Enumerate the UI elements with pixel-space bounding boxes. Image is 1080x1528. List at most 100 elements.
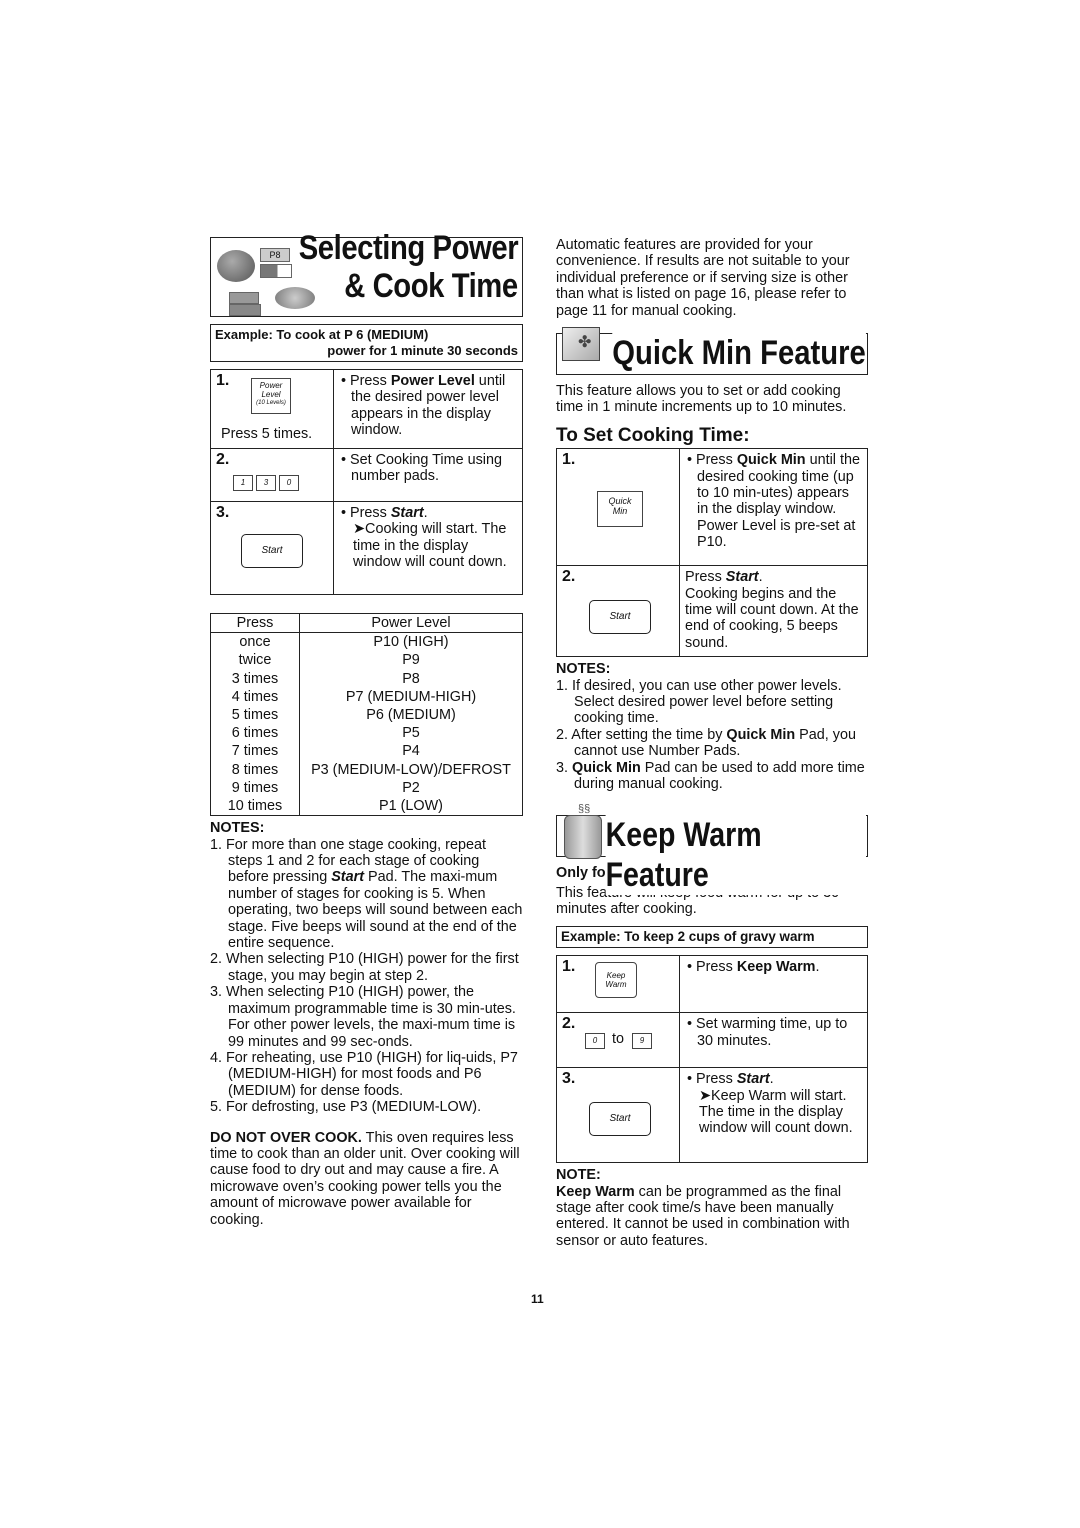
number-pad-1[interactable]: 1	[233, 475, 253, 491]
press-count: 9 times	[210, 778, 300, 798]
pad-line: Power	[259, 381, 283, 390]
keep-warm-title-box: Keep Warm Feature §§	[556, 803, 868, 895]
warning-bold: DO NOT OVER COOK.	[210, 1129, 362, 1146]
section-title-line2: & Cook Time	[344, 267, 519, 305]
step-number: 1.	[562, 451, 576, 469]
power-table-row: twice P9	[210, 651, 523, 670]
text: • Press	[341, 505, 391, 521]
text: .	[769, 1071, 774, 1088]
quick-min-title: Quick Min Feature	[612, 333, 866, 374]
note-item: 3. Quick Min Pad can be used to add more…	[556, 760, 868, 793]
mug-icon	[564, 814, 602, 859]
note-bold: Quick Min	[726, 726, 796, 743]
pad-line: Warm	[605, 980, 627, 990]
text: Press	[685, 569, 726, 586]
note-bold: Quick Min	[572, 759, 641, 776]
power-level-value: P7 (MEDIUM-HIGH)	[345, 688, 477, 705]
press-count: 10 times	[210, 797, 300, 816]
step-row: 1. Power Level (10 Levels) Press 5 times…	[210, 369, 523, 449]
power-display-icon: P8	[260, 248, 290, 262]
time-bar-icon	[229, 304, 261, 316]
fan-icon: ✤	[578, 334, 592, 352]
quick-min-notes-list: 1. If desired, you can use other power l…	[556, 678, 868, 793]
press-count: twice	[210, 651, 300, 670]
step-row: 1. Keep Warm • Press Keep Warm.	[556, 955, 868, 1014]
number-pad-3[interactable]: 3	[256, 475, 276, 491]
press-caption: Press 5 times.	[221, 426, 313, 442]
arrow-text: ➤Keep Warm will start. The time in the d…	[699, 1087, 853, 1137]
text: .	[423, 505, 428, 521]
note-text: After setting the time by	[571, 726, 727, 743]
keep-warm-title: Keep Warm Feature	[605, 814, 866, 895]
step-row: 2. 0 to 9 • Set warming time, up to 30 m…	[556, 1012, 868, 1069]
quick-min-pad[interactable]: Quick Min	[597, 491, 643, 528]
power-table-row: 5 times P6 (MEDIUM)	[210, 706, 523, 725]
text: .	[815, 959, 820, 976]
number-pads: 130	[233, 473, 302, 491]
step-number: 2.	[562, 568, 576, 586]
number-pad-9[interactable]: 9	[632, 1033, 653, 1050]
power-table-body: once P10 (HIGH) twice P9 3 times P8 4 times P7 …	[210, 632, 523, 816]
text: • Press	[687, 959, 737, 976]
pad-line: Level	[261, 390, 281, 399]
pad-line: (10 Levels)	[256, 400, 286, 406]
step-row: 2. 130 • Set Cooking Time using number p…	[210, 448, 523, 502]
note-heading: NOTE:	[556, 1167, 601, 1184]
power-steps-table: 1. Power Level (10 Levels) Press 5 times…	[210, 369, 523, 595]
step-text: • Press Quick Min until the desired cook…	[685, 452, 862, 550]
start-pad[interactable]: Start	[589, 600, 651, 635]
text-bold: Power Level	[390, 373, 475, 389]
note-item: 2. After setting the time by Quick Min P…	[556, 727, 868, 760]
right-column: Automatic features are provided for your…	[556, 237, 868, 1249]
text: • Press	[687, 1071, 737, 1088]
keep-warm-pad[interactable]: Keep Warm	[595, 962, 637, 999]
example-box: Example: To cook at P 6 (MEDIUM) power f…	[210, 324, 523, 362]
quick-min-description: This feature allows you to set or add co…	[556, 383, 847, 416]
power-level-value: P6 (MEDIUM)	[366, 707, 456, 724]
quick-min-title-box: Quick Min Feature ✤	[556, 327, 868, 376]
start-pad[interactable]: Start	[241, 534, 303, 568]
note-text: When selecting P10 (HIGH) power, the max…	[226, 984, 516, 1050]
number-pad-0[interactable]: 0	[279, 475, 299, 491]
quick-min-steps-table: 1. Quick Min • Press Quick Min until the…	[556, 448, 868, 658]
header-power-level: Power Level	[299, 613, 523, 634]
note-text: If desired, you can use other power leve…	[572, 677, 842, 727]
text-bold: Keep Warm	[736, 959, 816, 976]
text-bold-italic: Start	[390, 505, 424, 521]
note-text: For defrosting, use P3 (MEDIUM-LOW).	[226, 1099, 482, 1116]
step-text: • Set Cooking Time using number pads.	[341, 452, 503, 485]
power-level-value: P9	[402, 652, 420, 669]
number-pad-0[interactable]: 0	[585, 1033, 605, 1050]
note-item: 2. When selecting P10 (HIGH) power for t…	[210, 951, 523, 984]
left-column: P8 Selecting Power & Cook Time Example: …	[210, 231, 523, 1228]
number-pad-range: 0 to 9	[585, 1031, 655, 1050]
step-number: 2.	[216, 451, 230, 468]
to-label: to	[612, 1031, 625, 1048]
press-count: 5 times	[210, 706, 300, 725]
quick-min-illustration-icon: ✤	[560, 327, 606, 377]
step-row: 3. Start • Press Start. ➤Keep Warm will …	[556, 1067, 868, 1164]
text-bold: Quick Min	[736, 452, 806, 469]
note-num: 5.	[210, 1099, 226, 1116]
pad-line: Min	[612, 506, 628, 517]
power-table-row: 9 times P2	[210, 778, 523, 798]
press-count: 7 times	[210, 742, 300, 761]
set-cooking-time-heading: To Set Cooking Time:	[556, 424, 750, 446]
example-line1: Example: To cook at P 6 (MEDIUM)	[215, 327, 429, 342]
power-level-value: P2	[402, 779, 420, 796]
page-number: 11	[531, 1292, 544, 1306]
text-bold-italic: Start	[736, 1071, 770, 1088]
note-text: For reheating, use P10 (HIGH) for liq-ui…	[226, 1049, 518, 1099]
power-table-row: 4 times P7 (MEDIUM-HIGH)	[210, 687, 523, 707]
power-table-row: once P10 (HIGH)	[210, 632, 523, 652]
power-level-pad[interactable]: Power Level (10 Levels)	[251, 378, 291, 414]
step-number: 3.	[216, 504, 230, 521]
dish-icon	[275, 287, 315, 309]
power-level-value: P5	[402, 725, 420, 742]
intro-paragraph: Automatic features are provided for your…	[556, 237, 850, 319]
note-num: 2.	[210, 951, 226, 968]
notes-heading: NOTES:	[556, 661, 611, 678]
note-num: 3.	[210, 984, 226, 1001]
header-press: Press	[210, 613, 300, 634]
start-pad[interactable]: Start	[589, 1102, 651, 1137]
